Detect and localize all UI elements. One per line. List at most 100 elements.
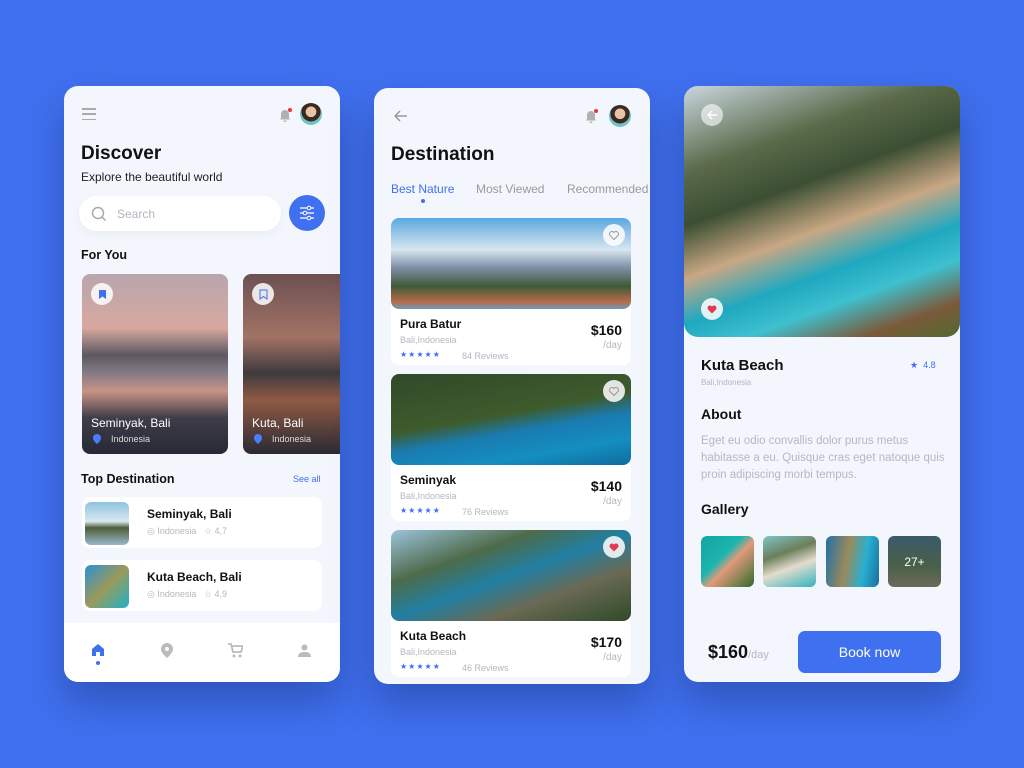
destination-card[interactable]: Pura Batur Bali,Indonesia ★★★★★ 84 Revie… — [391, 218, 631, 365]
tab-best-nature[interactable]: Best Nature — [391, 182, 454, 196]
price-unit: /day — [603, 340, 622, 351]
item-rating: 4,7 — [214, 526, 227, 536]
card-title: Pura Batur — [400, 317, 462, 331]
home-icon[interactable] — [91, 643, 105, 657]
star-icon: ★ — [910, 360, 919, 370]
search-placeholder: Search — [117, 207, 156, 221]
item-meta: ◎ Indonesia ☆ 4,7 — [147, 526, 227, 536]
back-arrow-icon — [706, 110, 717, 120]
price-unit: /day — [748, 649, 769, 661]
bottom-nav — [64, 623, 340, 682]
for-you-card[interactable]: Kuta, Bali Indonesia — [243, 274, 340, 454]
gallery-more-thumb[interactable]: 27+ — [888, 536, 941, 587]
cart-icon[interactable] — [228, 643, 243, 658]
price-value: $160 — [708, 642, 749, 662]
item-country: Indonesia — [157, 526, 197, 536]
about-title: About — [701, 406, 742, 422]
price-unit: /day — [603, 652, 622, 663]
page-title: Discover — [81, 143, 162, 164]
price-unit: /day — [603, 496, 622, 507]
gallery-more-count: 27+ — [904, 554, 925, 569]
heart-button[interactable] — [701, 298, 723, 320]
destination-screen: Destination Best Nature Most Viewed Reco… — [374, 88, 650, 684]
back-arrow-icon[interactable] — [394, 110, 408, 122]
page-subtitle: Explore the beautiful world — [81, 170, 223, 184]
destination-image — [391, 530, 631, 621]
hero-image — [684, 86, 960, 337]
destination-card[interactable]: Seminyak Bali,Indonesia ★★★★★ 76 Reviews… — [391, 374, 631, 521]
card-title: Kuta, Bali — [252, 416, 304, 430]
detail-screen: Kuta Beach Bali,Indonesia ★ 4.8 About Eg… — [684, 86, 960, 682]
sliders-icon — [300, 205, 314, 221]
see-all-link[interactable]: See all — [293, 474, 321, 484]
item-title: Kuta Beach, Bali — [147, 570, 242, 584]
location-icon[interactable] — [161, 643, 173, 658]
bookmark-icon[interactable] — [91, 283, 113, 305]
thumbnail — [85, 565, 129, 608]
review-count: 84 Reviews — [462, 351, 509, 361]
card-location: Bali,Indonesia — [400, 647, 457, 657]
gallery-title: Gallery — [701, 501, 749, 517]
list-item[interactable]: Kuta Beach, Bali ◎ Indonesia ☆ 4,9 — [82, 560, 322, 611]
filter-button[interactable] — [289, 195, 325, 231]
tab-most-viewed[interactable]: Most Viewed — [476, 182, 544, 196]
heart-icon[interactable] — [603, 224, 625, 246]
bookmark-icon[interactable] — [252, 283, 274, 305]
price: $170 — [590, 634, 622, 650]
item-title: Seminyak, Bali — [147, 507, 232, 521]
section-title: For You — [81, 248, 128, 262]
item-country: Indonesia — [157, 589, 197, 599]
heart-icon[interactable] — [603, 536, 625, 558]
heart-icon[interactable] — [603, 380, 625, 402]
destination-card[interactable]: Kuta Beach Bali,Indonesia ★★★★★ 46 Revie… — [391, 530, 631, 677]
review-count: 76 Reviews — [462, 507, 509, 517]
card-title: Seminyak, Bali — [91, 416, 171, 430]
heart-icon — [707, 305, 717, 313]
star-rating: ★★★★★ — [400, 506, 441, 515]
item-rating: 4,9 — [214, 589, 227, 599]
rating-value: 4.8 — [923, 360, 936, 370]
card-location: Bali,Indonesia — [400, 491, 457, 501]
gallery-thumb[interactable] — [763, 536, 816, 587]
book-now-button[interactable]: Book now — [798, 631, 941, 673]
bell-icon[interactable] — [584, 109, 598, 123]
for-you-card[interactable]: Seminyak, Bali Indonesia — [82, 274, 228, 454]
gallery-thumb[interactable] — [701, 536, 754, 587]
search-input[interactable]: Search — [79, 196, 281, 231]
page-title: Destination — [391, 144, 495, 165]
destination-image — [391, 218, 631, 309]
active-indicator — [96, 661, 100, 665]
destination-image — [391, 374, 631, 465]
rating: ★ 4.8 — [910, 360, 936, 371]
user-icon[interactable] — [298, 644, 311, 657]
item-meta: ◎ Indonesia ☆ 4,9 — [147, 589, 227, 599]
star-rating: ★★★★★ — [400, 662, 441, 671]
tab-recommended[interactable]: Recommended — [567, 182, 648, 196]
location-pin-icon — [93, 434, 101, 444]
avatar[interactable] — [300, 103, 322, 125]
section-title: Top Destination — [81, 472, 175, 486]
active-tab-indicator — [421, 199, 425, 203]
discover-screen: Discover Explore the beautiful world Sea… — [64, 86, 340, 682]
gallery-thumb[interactable] — [826, 536, 879, 587]
price: $140 — [590, 478, 622, 494]
place-location: Bali,Indonesia — [701, 378, 752, 387]
review-count: 46 Reviews — [462, 663, 509, 673]
card-country: Indonesia — [272, 434, 312, 444]
avatar[interactable] — [609, 105, 631, 127]
menu-icon[interactable] — [82, 108, 96, 120]
list-item[interactable]: Seminyak, Bali ◎ Indonesia ☆ 4,7 — [82, 497, 322, 548]
card-title: Seminyak — [400, 473, 457, 487]
card-country: Indonesia — [111, 434, 151, 444]
bell-icon[interactable] — [278, 108, 292, 122]
search-icon — [91, 206, 107, 222]
back-button[interactable] — [701, 104, 723, 126]
place-title: Kuta Beach — [701, 357, 784, 374]
card-location: Bali,Indonesia — [400, 335, 457, 345]
price: $160 — [590, 322, 622, 338]
location-pin-icon — [254, 434, 262, 444]
price: $160/day — [708, 642, 769, 663]
thumbnail — [85, 502, 129, 545]
star-rating: ★★★★★ — [400, 350, 441, 359]
card-title: Kuta Beach — [400, 629, 467, 643]
